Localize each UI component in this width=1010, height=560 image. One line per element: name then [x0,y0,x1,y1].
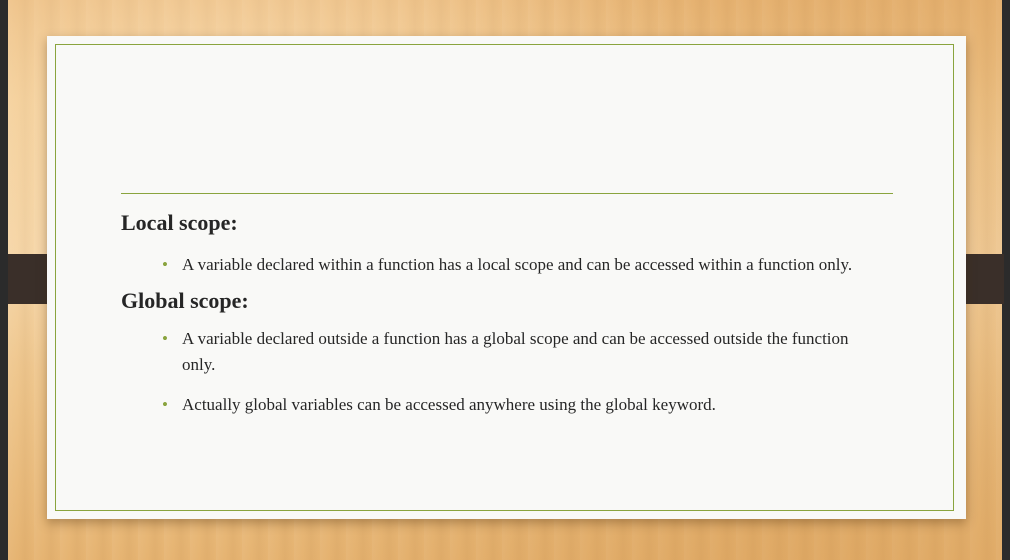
list-item: • Actually global variables can be acces… [121,392,882,418]
local-scope-list: • A variable declared within a function … [121,252,901,278]
title-divider [121,193,893,194]
global-scope-heading: Global scope: [121,288,249,313]
left-window-edge [0,0,8,560]
global-scope-list: • A variable declared outside a function… [121,326,901,418]
bullet-dot-icon: • [162,329,168,348]
bullet-text: A variable declared within a function ha… [182,255,853,274]
list-item: • A variable declared within a function … [121,252,882,278]
bullet-text: A variable declared outside a function h… [182,329,849,374]
screen: Local scope: • A variable declared withi… [0,0,1010,560]
local-scope-heading: Local scope: [121,210,238,235]
slide-content: Local scope: • A variable declared withi… [121,208,901,418]
bullet-dot-icon: • [162,255,168,274]
bullet-dot-icon: • [162,395,168,414]
list-item: • A variable declared outside a function… [121,326,882,378]
bullet-text: Actually global variables can be accesse… [182,395,716,414]
